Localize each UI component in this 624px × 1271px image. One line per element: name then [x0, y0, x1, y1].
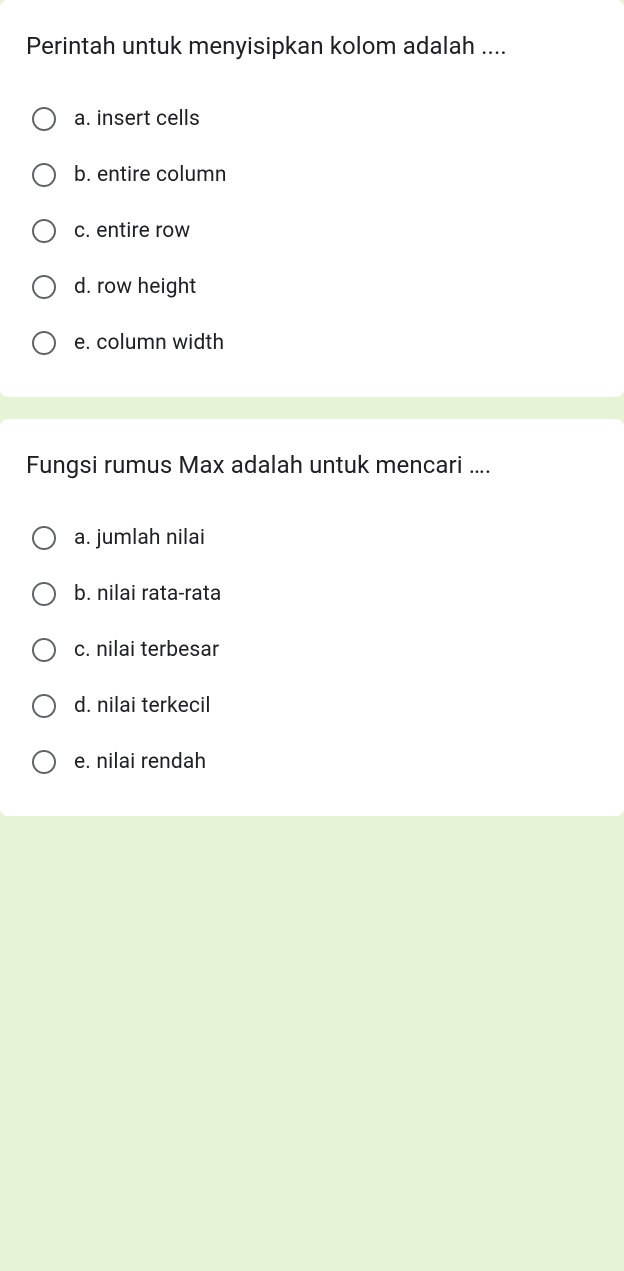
- option-b[interactable]: b. entire column: [32, 151, 598, 199]
- option-b[interactable]: b. nilai rata-rata: [32, 570, 598, 618]
- option-e[interactable]: e. column width: [32, 319, 598, 367]
- option-label: c. nilai terbesar: [74, 638, 219, 662]
- question-prompt: Perintah untuk menyisipkan kolom adalah …: [26, 28, 598, 65]
- option-c[interactable]: c. nilai terbesar: [32, 626, 598, 674]
- option-label: e. nilai rendah: [74, 750, 206, 774]
- option-a[interactable]: a. jumlah nilai: [32, 514, 598, 562]
- option-label: a. jumlah nilai: [74, 526, 205, 550]
- radio-icon: [32, 219, 56, 243]
- option-label: e. column width: [74, 331, 224, 355]
- option-d[interactable]: d. row height: [32, 263, 598, 311]
- radio-icon: [32, 694, 56, 718]
- option-label: c. entire row: [74, 219, 190, 243]
- question-card: Fungsi rumus Max adalah untuk mencari ….…: [0, 419, 624, 816]
- option-label: d. row height: [74, 275, 196, 299]
- option-label: b. entire column: [74, 163, 227, 187]
- radio-icon: [32, 750, 56, 774]
- option-label: d. nilai terkecil: [74, 694, 211, 718]
- options-group: a. jumlah nilai b. nilai rata-rata c. ni…: [26, 514, 598, 786]
- radio-icon: [32, 275, 56, 299]
- option-label: a. insert cells: [74, 107, 200, 131]
- option-label: b. nilai rata-rata: [74, 582, 221, 606]
- option-c[interactable]: c. entire row: [32, 207, 598, 255]
- radio-icon: [32, 526, 56, 550]
- question-prompt: Fungsi rumus Max adalah untuk mencari ….: [26, 447, 598, 484]
- radio-icon: [32, 331, 56, 355]
- radio-icon: [32, 107, 56, 131]
- option-e[interactable]: e. nilai rendah: [32, 738, 598, 786]
- options-group: a. insert cells b. entire column c. enti…: [26, 95, 598, 367]
- radio-icon: [32, 163, 56, 187]
- option-a[interactable]: a. insert cells: [32, 95, 598, 143]
- question-card: Perintah untuk menyisipkan kolom adalah …: [0, 0, 624, 397]
- radio-icon: [32, 638, 56, 662]
- option-d[interactable]: d. nilai terkecil: [32, 682, 598, 730]
- radio-icon: [32, 582, 56, 606]
